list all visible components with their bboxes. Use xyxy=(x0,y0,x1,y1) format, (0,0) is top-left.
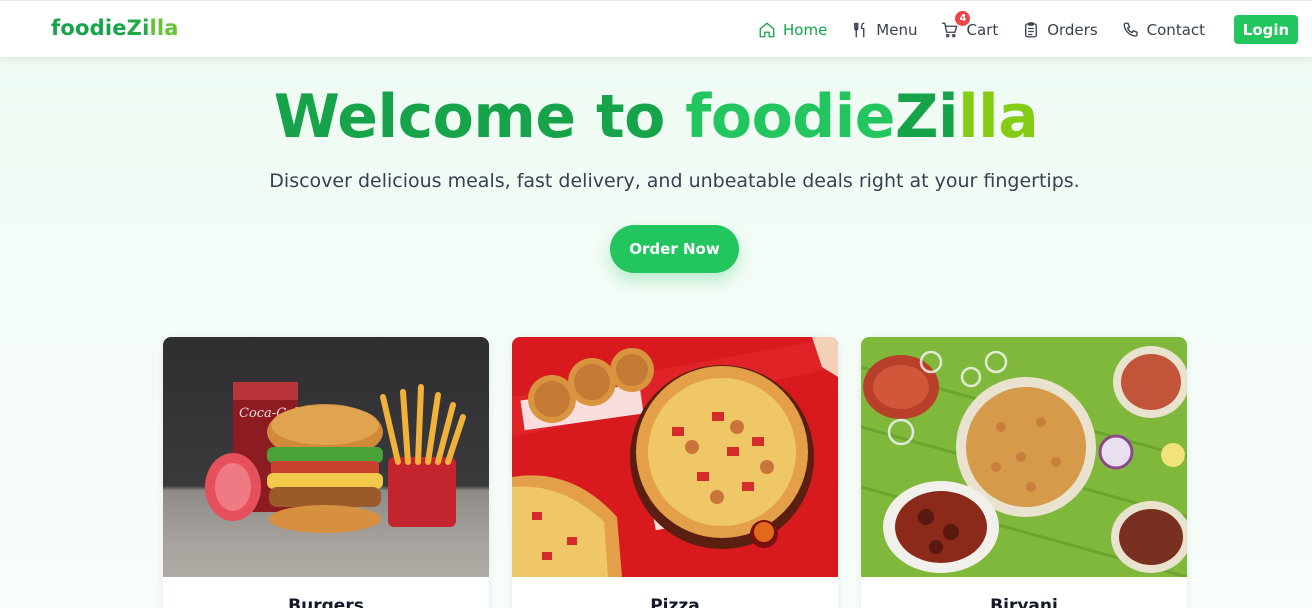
hero-subtitle: Discover delicious meals, fast delivery,… xyxy=(269,170,1080,192)
hero-title-prefix: Welcome to xyxy=(273,82,686,152)
pizza-image xyxy=(512,337,838,577)
hero-title-brand-1: foodie xyxy=(685,82,896,152)
brand-logo[interactable]: foodieZilla xyxy=(51,16,179,40)
home-icon xyxy=(759,22,775,37)
category-card-biryani[interactable]: Biryani xyxy=(861,337,1187,608)
burger-combo-image: Coca‑Cola xyxy=(163,337,489,577)
category-card-burgers[interactable]: Coca‑Cola Burgers xyxy=(163,337,489,608)
nav-item-label: Menu xyxy=(876,20,918,39)
hero-title-brand-3: lla xyxy=(958,82,1039,152)
login-button[interactable]: Login xyxy=(1234,15,1298,44)
nav-links: Home Menu 4 Cart Orders Contact xyxy=(758,1,1229,58)
order-now-button[interactable]: Order Now xyxy=(610,225,739,273)
cart-count-badge: 4 xyxy=(955,10,971,26)
nav-item-label: Contact xyxy=(1146,20,1206,39)
nav-item-cart[interactable]: 4 Cart xyxy=(941,10,999,39)
hero-title-brand-2: Zi xyxy=(895,82,959,152)
nav-item-contact[interactable]: Contact xyxy=(1122,21,1205,39)
nav-item-label: Orders xyxy=(1047,20,1098,39)
nav-item-menu[interactable]: Menu xyxy=(851,21,917,39)
category-name: Biryani xyxy=(990,596,1058,608)
nav-item-label: Home xyxy=(783,20,828,39)
clipboard-icon xyxy=(1025,21,1038,37)
category-name: Burgers xyxy=(288,596,364,608)
navbar: foodieZilla Home Menu 4 Cart Orders Cont… xyxy=(0,0,1312,57)
hero-title: Welcome to foodieZilla xyxy=(0,82,1312,152)
category-card-pizza[interactable]: Pizza xyxy=(512,337,838,608)
category-name: Pizza xyxy=(650,596,700,608)
brand-part-2: Zi xyxy=(126,16,150,40)
phone-icon xyxy=(1123,22,1138,37)
brand-part-3: lla xyxy=(149,16,179,40)
brand-part-1: foodie xyxy=(51,16,127,40)
utensils-icon xyxy=(854,22,865,37)
nav-item-orders[interactable]: Orders xyxy=(1022,20,1098,39)
nav-item-home[interactable]: Home xyxy=(758,21,827,39)
nav-item-label: Cart xyxy=(966,20,999,39)
biryani-spread-image xyxy=(861,337,1187,577)
